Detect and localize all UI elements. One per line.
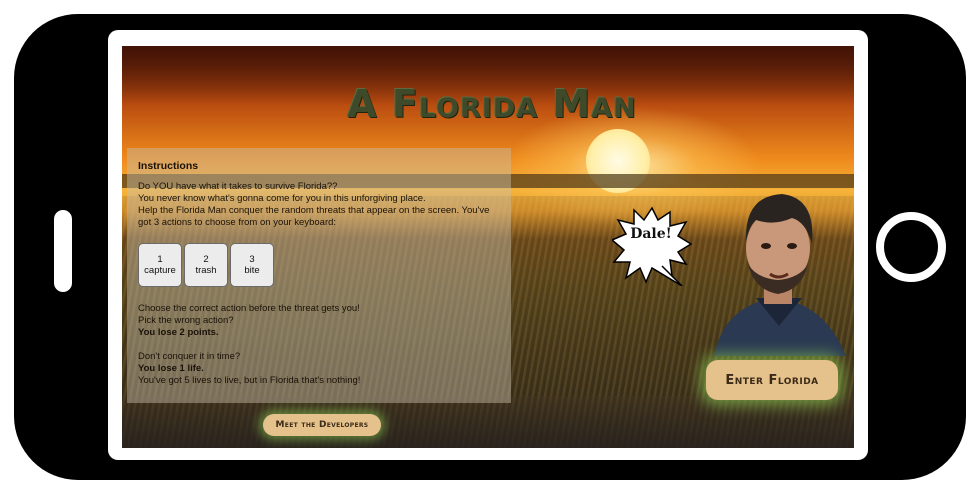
rule-line: Choose the correct action before the thr… bbox=[138, 303, 360, 314]
key-trash[interactable]: 2 trash bbox=[184, 243, 228, 287]
key-bite[interactable]: 3 bite bbox=[230, 243, 274, 287]
penalty-points: You lose 2 points. bbox=[138, 327, 219, 338]
key-label: trash bbox=[195, 265, 217, 276]
phone-home-button[interactable] bbox=[876, 212, 946, 282]
instructions-heading: Instructions bbox=[138, 160, 199, 172]
florida-man-character bbox=[714, 194, 846, 356]
intro-line: You never know what's gonna come for you… bbox=[138, 193, 426, 204]
enter-florida-button[interactable]: Enter Florida bbox=[706, 360, 838, 400]
intro-line: Do YOU have what it takes to survive Flo… bbox=[138, 181, 338, 192]
intro-line: Help the Florida Man conquer the random … bbox=[138, 205, 490, 228]
key-label: bite bbox=[244, 265, 260, 276]
muddy-ground bbox=[122, 396, 854, 448]
phone-side-button bbox=[54, 210, 72, 292]
key-number: 2 bbox=[203, 254, 209, 265]
lives-line: You've got 5 lives to live, but in Flori… bbox=[138, 375, 361, 386]
meet-developers-button[interactable]: Meet the Developers bbox=[263, 414, 381, 436]
instructions-panel: Instructions Do YOU have what it takes t… bbox=[127, 148, 511, 403]
game-screen: A Florida Man Instructions Do YOU have w… bbox=[122, 46, 854, 448]
game-title: A Florida Man bbox=[347, 82, 637, 126]
key-number: 3 bbox=[249, 254, 255, 265]
action-keys: 1 capture 2 trash 3 bite bbox=[138, 243, 500, 287]
speech-bubble bbox=[612, 206, 692, 286]
key-number: 1 bbox=[157, 254, 163, 265]
speech-text: Dale! bbox=[630, 226, 672, 242]
key-label: capture bbox=[144, 265, 176, 276]
key-capture[interactable]: 1 capture bbox=[138, 243, 182, 287]
rule-line: Pick the wrong action? bbox=[138, 315, 234, 326]
penalty-life: You lose 1 life. bbox=[138, 363, 204, 374]
rule-line: Don't conquer it in time? bbox=[138, 351, 241, 362]
